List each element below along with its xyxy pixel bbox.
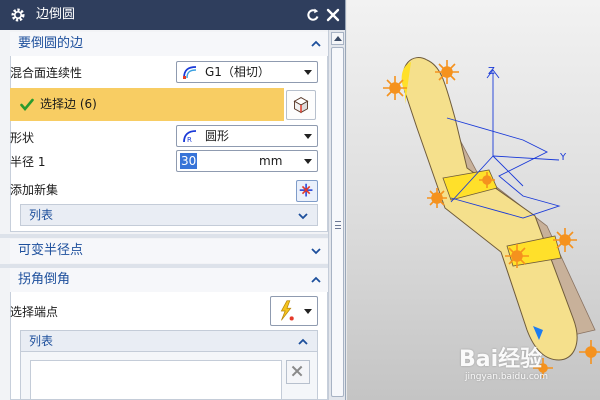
group-header-corner[interactable]: 拐角倒角 xyxy=(10,268,328,292)
chevron-down-icon xyxy=(304,309,312,314)
shape-value: 圆形 xyxy=(205,129,230,143)
chevron-down-icon xyxy=(304,159,312,164)
radius-label: 半径 1 xyxy=(10,155,46,169)
chevron-up-icon[interactable] xyxy=(310,38,322,50)
dialog-title-bar: 边倒圆 xyxy=(0,0,345,30)
continuity-value: G1（相切） xyxy=(205,65,270,79)
endpoint-list-box[interactable] xyxy=(30,360,282,400)
axis-y-label: Y xyxy=(560,152,567,163)
select-endpoint-button[interactable] xyxy=(270,296,318,326)
graphics-viewport[interactable]: Z Y Bai经验 jingyan.baidu.com xyxy=(347,0,600,400)
watermark: Bai经验 xyxy=(459,347,543,372)
list-header-edges[interactable]: 列表 xyxy=(20,204,318,226)
group-header-edges-label: 要倒圆的边 xyxy=(18,36,84,51)
reset-icon[interactable] xyxy=(305,7,321,23)
chevron-up-icon xyxy=(298,338,308,345)
select-edge-row[interactable]: 选择边 (6) xyxy=(10,88,284,121)
select-edge-label: 选择边 (6) xyxy=(40,97,97,111)
endpoint-select-icon xyxy=(280,300,294,321)
radius-field[interactable]: mm xyxy=(176,150,318,172)
watermark-url: jingyan.baidu.com xyxy=(465,372,549,382)
group-header-variable-radius[interactable]: 可变半径点 xyxy=(10,239,328,263)
continuity-label: 混合面连续性 xyxy=(10,66,83,80)
axis-z-label: Z xyxy=(488,66,495,77)
continuity-select[interactable]: G1（相切） xyxy=(176,61,318,83)
scrollbar-thumb[interactable] xyxy=(331,47,344,397)
edge-selection-cube-button[interactable] xyxy=(286,90,316,120)
shape-select[interactable]: R 圆形 xyxy=(176,125,318,147)
gear-icon[interactable] xyxy=(10,7,26,23)
radius-unit: mm xyxy=(259,154,283,168)
add-new-set-label: 添加新集 xyxy=(10,183,59,197)
close-icon[interactable] xyxy=(325,7,341,23)
scroll-up-button[interactable] xyxy=(331,32,344,45)
remove-button[interactable] xyxy=(286,360,310,384)
chevron-down-icon[interactable] xyxy=(310,245,322,257)
circular-shape-icon: R xyxy=(183,130,197,144)
list-label: 列表 xyxy=(29,334,54,348)
select-endpoint-label: 选择端点 xyxy=(10,305,59,319)
group-header-corner-label: 拐角倒角 xyxy=(18,272,71,287)
add-set-icon xyxy=(299,183,313,197)
group-header-variable-radius-label: 可变半径点 xyxy=(18,243,84,258)
edge-blend-dialog: 边倒圆 要倒圆的边 混合面连续性 G1（相切） 选择边 (6) 形状 R 圆形 … xyxy=(0,0,346,400)
dialog-title: 边倒圆 xyxy=(36,7,76,22)
chevron-down-icon xyxy=(304,134,312,139)
list-label: 列表 xyxy=(29,208,54,222)
list-header-corner[interactable]: 列表 xyxy=(20,330,318,352)
group-separator xyxy=(0,234,328,238)
scrollbar-grip xyxy=(335,221,341,229)
g1-continuity-icon xyxy=(183,66,197,79)
radius-input[interactable]: 30 xyxy=(181,154,196,169)
svg-text:R: R xyxy=(187,136,192,144)
shape-label: 形状 xyxy=(10,131,35,145)
chevron-up-icon[interactable] xyxy=(310,274,322,286)
cube-icon xyxy=(293,96,309,114)
close-icon xyxy=(291,365,303,377)
part-model[interactable] xyxy=(347,0,600,400)
check-icon xyxy=(20,98,34,111)
chevron-down-icon xyxy=(304,70,312,75)
chevron-up-icon xyxy=(334,36,342,41)
add-new-set-button[interactable] xyxy=(296,180,318,202)
chevron-down-icon xyxy=(298,213,308,220)
dialog-scrollbar[interactable] xyxy=(328,30,345,400)
group-header-edges[interactable]: 要倒圆的边 xyxy=(10,32,328,56)
dialog-content: 要倒圆的边 混合面连续性 G1（相切） 选择边 (6) 形状 R 圆形 半径 1… xyxy=(0,30,328,400)
